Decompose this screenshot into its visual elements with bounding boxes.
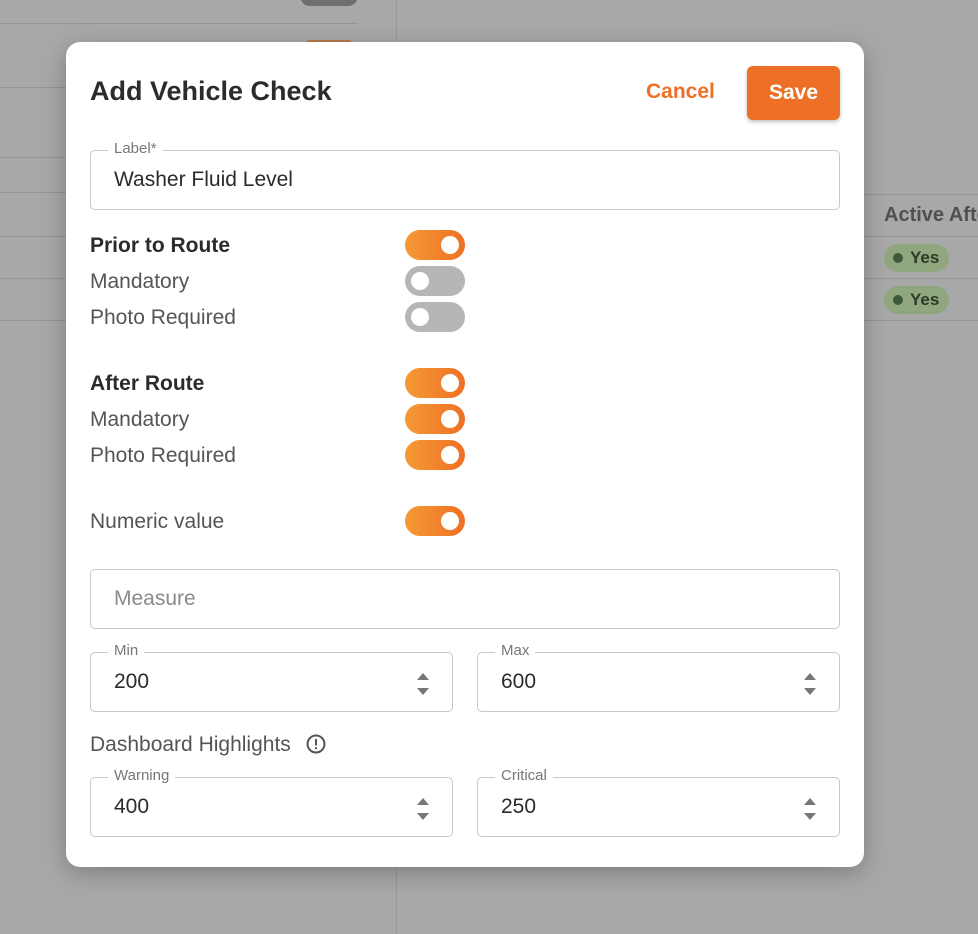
toggle-knob xyxy=(441,374,459,392)
dashboard-highlights-label: Dashboard Highlights xyxy=(90,733,291,756)
warning-label: Warning xyxy=(108,767,176,784)
max-label: Max xyxy=(495,642,536,659)
numeric-value-label: Numeric value xyxy=(90,510,225,533)
measure-input[interactable]: Measure xyxy=(90,569,840,629)
after-photo-required-label: Photo Required xyxy=(90,444,236,467)
background-table-divider xyxy=(864,194,978,195)
prior-mandatory-toggle[interactable] xyxy=(405,266,465,296)
numeric-value-toggle[interactable] xyxy=(405,506,465,536)
min-input[interactable]: Min 200 xyxy=(90,642,453,712)
dialog-title: Add Vehicle Check xyxy=(90,76,332,106)
warning-value[interactable]: 400 xyxy=(114,795,149,819)
prior-photo-required-toggle[interactable] xyxy=(405,302,465,332)
chevron-up-icon[interactable] xyxy=(804,673,816,680)
prior-mandatory-label: Mandatory xyxy=(90,270,190,293)
after-photo-required-toggle[interactable] xyxy=(405,440,465,470)
add-vehicle-check-dialog: Add Vehicle Check Cancel Save Label* Was… xyxy=(66,42,864,867)
min-stepper[interactable] xyxy=(417,673,429,695)
toggle-knob xyxy=(441,236,459,254)
status-badge-label: Yes xyxy=(910,290,940,309)
warning-stepper[interactable] xyxy=(417,798,429,820)
status-badge-label: Yes xyxy=(910,248,940,267)
label-field-value[interactable]: Washer Fluid Level xyxy=(114,168,293,192)
status-badge: Yes xyxy=(884,244,949,272)
toggle-knob xyxy=(441,446,459,464)
min-value[interactable]: 200 xyxy=(114,670,149,694)
chevron-up-icon[interactable] xyxy=(417,673,429,680)
background-table-divider xyxy=(864,320,978,321)
prior-to-route-toggle[interactable] xyxy=(405,230,465,260)
critical-input[interactable]: Critical 250 xyxy=(477,767,840,837)
toggle-knob xyxy=(411,272,429,290)
after-route-label: After Route xyxy=(90,372,205,395)
prior-photo-required-label: Photo Required xyxy=(90,306,236,329)
status-dot xyxy=(893,295,903,305)
prior-to-route-label: Prior to Route xyxy=(90,234,230,257)
toggle-knob xyxy=(441,512,459,530)
cancel-button[interactable]: Cancel xyxy=(646,80,715,104)
background-table-divider xyxy=(864,236,978,237)
chevron-up-icon[interactable] xyxy=(417,798,429,805)
max-stepper[interactable] xyxy=(804,673,816,695)
save-button[interactable]: Save xyxy=(747,66,840,120)
chevron-down-icon[interactable] xyxy=(417,688,429,695)
critical-stepper[interactable] xyxy=(804,798,816,820)
background-table-divider xyxy=(864,278,978,279)
after-mandatory-toggle[interactable] xyxy=(405,404,465,434)
after-mandatory-label: Mandatory xyxy=(90,408,190,431)
critical-value[interactable]: 250 xyxy=(501,795,536,819)
label-field[interactable]: Label* Washer Fluid Level xyxy=(90,140,840,210)
after-route-toggle[interactable] xyxy=(405,368,465,398)
chevron-down-icon[interactable] xyxy=(804,688,816,695)
chevron-down-icon[interactable] xyxy=(804,813,816,820)
toggle-knob xyxy=(411,308,429,326)
warning-input[interactable]: Warning 400 xyxy=(90,767,453,837)
chevron-down-icon[interactable] xyxy=(417,813,429,820)
toggle-knob xyxy=(441,410,459,428)
background-toggle xyxy=(300,0,358,6)
chevron-up-icon[interactable] xyxy=(804,798,816,805)
max-input[interactable]: Max 600 xyxy=(477,642,840,712)
measure-placeholder: Measure xyxy=(114,587,196,610)
background-divider xyxy=(0,23,358,24)
max-value[interactable]: 600 xyxy=(501,670,536,694)
min-label: Min xyxy=(108,642,145,659)
status-badge: Yes xyxy=(884,286,949,314)
status-dot xyxy=(893,253,903,263)
label-field-label: Label* xyxy=(108,140,163,157)
info-icon[interactable] xyxy=(306,734,326,754)
critical-label: Critical xyxy=(495,767,553,784)
background-column-header: Active Afte xyxy=(884,204,978,226)
